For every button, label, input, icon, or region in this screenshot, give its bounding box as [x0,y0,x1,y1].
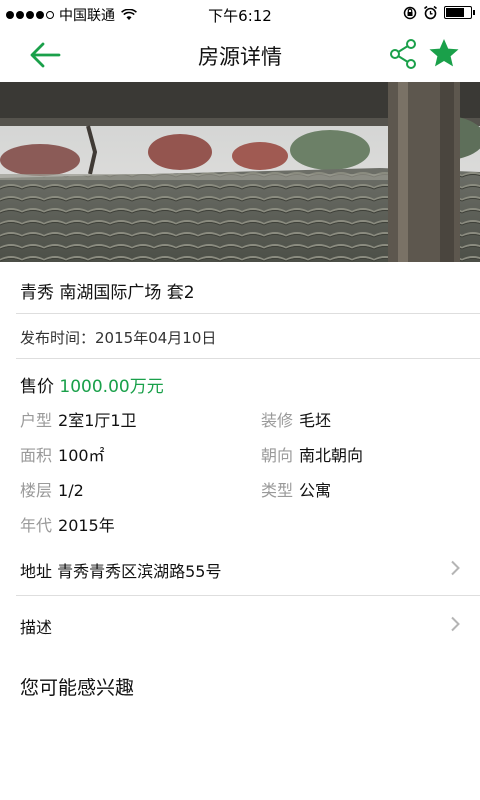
attr-year: 年代 2015年 [20,512,115,536]
status-bar: 中国联通 下午6:12 [0,0,480,28]
attr-value: 公寓 [299,481,332,500]
share-button[interactable] [386,37,420,71]
price-label: 售价 [20,377,54,397]
interest-section-title: 您可能感兴趣 [20,677,135,699]
attr-key: 朝向 [261,446,294,465]
navigation-bar: 房源详情 [0,28,480,82]
attr-key: 户型 [20,411,53,430]
attr-value: 1/2 [58,481,84,500]
divider [16,595,480,596]
chevron-right-icon [451,616,460,632]
status-right [403,5,475,20]
price-row: 售价 1000.00万元 [20,372,164,397]
star-icon [429,39,459,67]
chevron-right-icon [451,560,460,576]
favorite-button[interactable] [426,36,462,72]
attr-value: 南北朝向 [299,446,364,465]
divider [16,313,480,314]
attr-type: 类型 公寓 [261,477,331,501]
attr-key: 装修 [261,411,294,430]
address-text: 地址 青秀青秀区滨湖路55号 [20,558,221,582]
publish-date-row: 发布时间：2015年04月10日 [20,327,216,348]
attr-value: 2015年 [58,516,115,535]
battery-icon [444,6,475,19]
battery-level [446,8,464,17]
description-label: 描述 [20,618,53,637]
address-row[interactable]: 地址 青秀青秀区滨湖路55号 [0,546,480,590]
attr-layout: 户型 2室1厅1卫 [20,407,137,431]
attr-decoration: 装修 毛坯 [261,407,331,431]
address-label: 地址 [20,562,53,581]
publish-date: 2015年04月10日 [95,329,217,347]
alarm-icon [424,5,437,20]
attr-key: 类型 [261,481,294,500]
attr-key: 年代 [20,516,53,535]
attr-value: 毛坯 [299,411,332,430]
rotation-lock-icon [403,6,417,19]
attr-value: 100㎡ [58,446,105,465]
publish-label: 发布时间： [20,329,96,347]
description-row[interactable]: 描述 [0,602,480,646]
listing-title: 青秀 南湖国际广场 套2 [20,283,195,303]
attr-key: 面积 [20,446,53,465]
attr-area: 面积 100㎡ [20,442,105,466]
attr-floor: 楼层 1/2 [20,477,84,501]
attr-key: 楼层 [20,481,53,500]
share-icon [390,39,416,69]
price-value: 1000.00万元 [59,377,164,397]
property-image [0,82,480,262]
attr-orientation: 朝向 南北朝向 [261,442,363,466]
attr-value: 2室1厅1卫 [58,411,137,430]
property-photo[interactable] [0,82,480,262]
divider [16,358,480,359]
address-value: 青秀青秀区滨湖路55号 [57,562,222,581]
